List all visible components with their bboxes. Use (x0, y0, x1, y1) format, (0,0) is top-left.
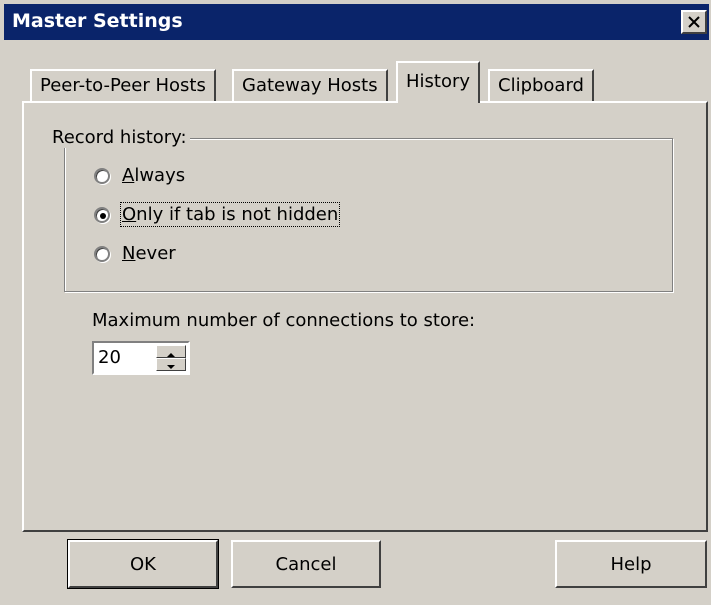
radio-never[interactable]: Never (94, 243, 176, 264)
close-icon (688, 16, 700, 28)
radio-label-always: Always (122, 165, 186, 186)
tab-history[interactable]: History (396, 61, 481, 103)
master-settings-dialog: Master Settings Peer-to-Peer Hosts Gatew… (0, 0, 711, 605)
radio-circle-always[interactable] (94, 167, 110, 184)
window-title: Master Settings (12, 10, 183, 32)
cancel-button[interactable]: Cancel (231, 540, 381, 588)
record-history-label: Record history: (49, 127, 190, 148)
title-bar[interactable]: Master Settings (4, 4, 709, 40)
close-button[interactable] (681, 10, 707, 34)
radio-label-only-if-tab-not-hidden: Only if tab is not hidden (119, 202, 341, 227)
ok-button[interactable]: OK (67, 539, 219, 589)
max-connections-label: Maximum number of connections to store: (92, 310, 476, 331)
radio-label-never: Never (122, 243, 176, 264)
radio-circle-never[interactable] (94, 245, 110, 262)
help-button[interactable]: Help (555, 540, 707, 588)
tab-peer-to-peer-hosts[interactable]: Peer-to-Peer Hosts (30, 69, 216, 102)
max-connections-stepper[interactable] (92, 341, 190, 375)
max-connections-input[interactable] (98, 347, 148, 368)
radio-only-if-tab-not-hidden[interactable]: Only if tab is not hidden (94, 202, 341, 227)
tab-clipboard[interactable]: Clipboard (488, 69, 594, 102)
arrow-down-icon (167, 354, 175, 375)
spin-down-button[interactable] (156, 358, 186, 371)
radio-circle-only-if-tab-not-hidden[interactable] (94, 206, 110, 223)
history-tab-panel: Record history: Always Only if tab is no… (22, 101, 708, 532)
radio-always[interactable]: Always (94, 165, 185, 186)
tab-gateway-hosts[interactable]: Gateway Hosts (232, 69, 388, 102)
